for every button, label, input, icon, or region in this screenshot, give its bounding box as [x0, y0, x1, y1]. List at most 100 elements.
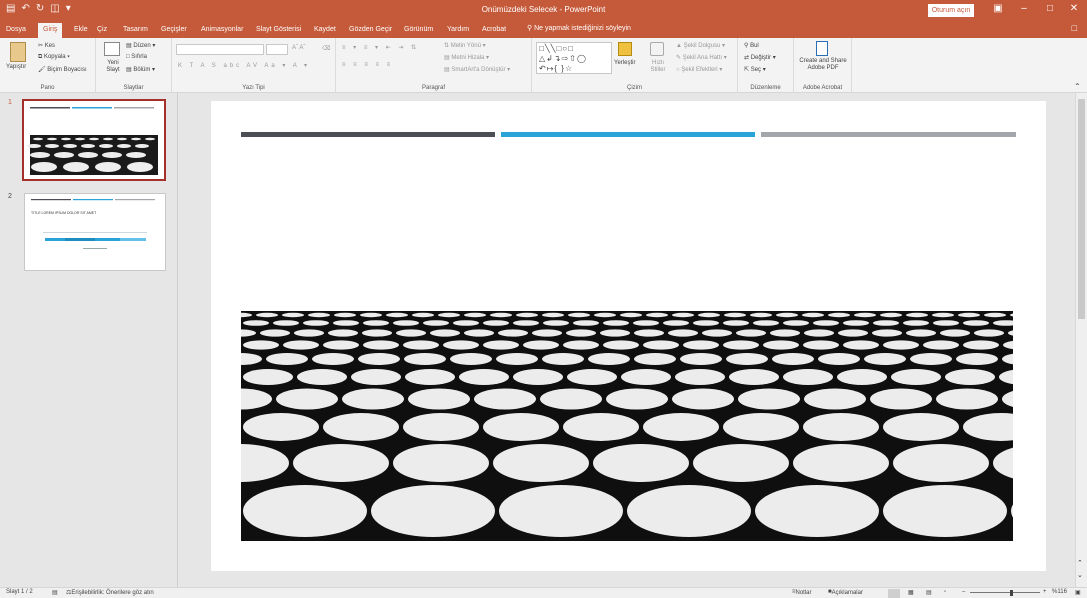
slideshow-icon[interactable]: ▫: [944, 589, 946, 595]
notes-button[interactable]: ≡ Notlar: [792, 589, 812, 596]
clear-format-icon[interactable]: ⌫: [322, 45, 330, 52]
paste-icon[interactable]: [10, 42, 26, 62]
smartart-label: SmartArt'a Dönüştür: [451, 67, 506, 73]
photo-disc: [723, 340, 759, 350]
close-button[interactable]: ✕: [1064, 3, 1084, 14]
comments-button[interactable]: ■ Açıklamalar: [828, 589, 863, 596]
collapse-ribbon-icon[interactable]: ⌃: [1074, 82, 1081, 91]
arrange-button[interactable]: Yerleştir: [614, 60, 635, 66]
tab-help[interactable]: Yardım: [447, 24, 469, 38]
font-format-buttons[interactable]: K T A S abc AV Aa ▾ A ▾: [178, 62, 310, 69]
title-bar: ▤ ↶ ↻ ◫ ▾ Onümüzdeki Selecek - PowerPoin…: [0, 0, 1087, 21]
accessibility-status[interactable]: ⚖ Erişilebilirlik: Önerilere göz atın: [66, 589, 154, 596]
text-direction-button[interactable]: ⇅ Metin Yönü ▾: [444, 42, 486, 49]
tab-slideshow[interactable]: Slayt Gösterisi: [256, 24, 301, 38]
photo-disc: [633, 320, 659, 326]
zoom-slider[interactable]: [970, 592, 1040, 593]
replace-button[interactable]: ⇄ Değiştir ▾: [744, 54, 776, 61]
shape-fill-button[interactable]: ▲ Şekil Dolgusu ▾: [676, 42, 725, 49]
tab-animations[interactable]: Animasyonlar: [201, 24, 243, 38]
spellcheck-icon[interactable]: ▤: [52, 589, 58, 596]
list-buttons[interactable]: ≡ ▾ ≡ ▾ ⇤ ⇥ ⇅: [342, 44, 419, 51]
photo-disc: [755, 485, 879, 537]
tab-design[interactable]: Tasarım: [123, 24, 148, 38]
new-slide-button[interactable]: Yeni Slayt: [102, 60, 124, 74]
layout-button[interactable]: ▤ Düzen ▾: [126, 42, 155, 49]
smartart-button[interactable]: ▤ SmartArt'a Dönüştür ▾: [444, 66, 510, 73]
tab-view[interactable]: Görünüm: [404, 24, 433, 38]
normal-view-icon[interactable]: [888, 589, 900, 598]
ribbon-display-icon[interactable]: ▣: [988, 3, 1008, 14]
photo-disc: [910, 353, 952, 365]
font-name-combobox[interactable]: [176, 44, 264, 55]
shape-outline-button[interactable]: ✎ Şekil Ana Hattı ▾: [676, 54, 727, 61]
zoom-level[interactable]: %116: [1052, 589, 1067, 595]
scrollbar-thumb[interactable]: [1078, 99, 1085, 319]
photo-disc: [403, 340, 439, 350]
current-slide[interactable]: [211, 101, 1046, 571]
zoom-out-icon[interactable]: –: [962, 589, 965, 595]
minimize-button[interactable]: –: [1014, 3, 1034, 14]
align-text-button[interactable]: ▤ Metni Hizala ▾: [444, 54, 489, 61]
create-share-pdf-button[interactable]: Create and Share Adobe PDF: [796, 58, 850, 72]
photo-disc: [430, 329, 460, 337]
paste-button[interactable]: Yapıştır: [6, 64, 26, 70]
zoom-slider-thumb[interactable]: [1010, 590, 1013, 596]
tab-record[interactable]: Kaydet: [314, 24, 336, 38]
prev-slide-icon[interactable]: ⌃: [1077, 559, 1083, 567]
photo-disc: [883, 340, 919, 350]
tab-home[interactable]: Giriş: [38, 23, 63, 38]
photo-disc: [266, 353, 308, 365]
photo-disc: [838, 329, 868, 337]
cut-button[interactable]: ✂ Kes: [38, 42, 55, 49]
tab-insert[interactable]: Ekle: [74, 24, 88, 38]
align-buttons[interactable]: ≡ ≡ ≡ ≡ ≡: [342, 62, 393, 68]
shapes-gallery[interactable]: □╲╲□○□ △↲↴⇨⇧◯ ↶↦{ }☆: [536, 42, 612, 74]
photo-disc: [241, 388, 272, 410]
photo-disc: [646, 312, 668, 318]
font-size-combobox[interactable]: [266, 44, 288, 55]
fit-to-window-icon[interactable]: ▣: [1075, 589, 1081, 596]
photo-disc: [568, 312, 590, 318]
zoom-in-icon[interactable]: +: [1043, 589, 1047, 595]
photo-disc: [1023, 320, 1046, 326]
photo-disc: [423, 320, 449, 326]
photo-disc: [363, 340, 399, 350]
slide-counter: Slayt 1 / 2: [6, 589, 33, 595]
photo-disc: [523, 340, 559, 350]
select-button[interactable]: ⇱ Seç ▾: [744, 66, 766, 73]
copy-button[interactable]: ⧉ Kopyala ▾: [38, 54, 70, 61]
new-slide-icon[interactable]: [104, 42, 120, 56]
arrange-icon[interactable]: [618, 42, 632, 56]
photo-disc: [294, 329, 324, 337]
grow-font-icon[interactable]: Aˆ Aˇ: [292, 45, 305, 51]
slide-thumbnail-2[interactable]: TITLE LOREM IPSUM DOLOR SIT AMET: [24, 193, 166, 271]
find-button[interactable]: ⚲ Bul: [744, 42, 759, 49]
tab-file[interactable]: Dosya: [6, 24, 26, 38]
photo-disc: [634, 353, 676, 365]
tell-me-search[interactable]: ⚲ Ne yapmak istediğinizi söyleyin: [527, 24, 631, 32]
replace-label: Değiştir: [750, 55, 772, 61]
reading-view-icon[interactable]: ▤: [926, 589, 932, 596]
vertical-scrollbar[interactable]: ⌃ ⌄: [1075, 93, 1087, 587]
tab-review[interactable]: Gözden Geçir: [349, 24, 392, 38]
pdf-icon[interactable]: [816, 41, 828, 56]
shape-effects-button[interactable]: ○ Şekil Efektleri ▾: [676, 66, 722, 73]
sign-in-button[interactable]: Oturum açın: [928, 4, 974, 17]
quick-styles-button[interactable]: Hızlı Stiller: [644, 60, 672, 74]
photo-disc: [883, 485, 1007, 537]
maximize-button[interactable]: □: [1040, 3, 1060, 14]
tab-transitions[interactable]: Geçişler: [161, 24, 187, 38]
tab-draw[interactable]: Çiz: [97, 24, 107, 38]
next-slide-icon[interactable]: ⌄: [1077, 571, 1083, 579]
clipboard-group: Yapıştır ✂ Kes ⧉ Kopyala ▾ 🖌 Biçim Boyac…: [0, 38, 96, 93]
tab-acrobat[interactable]: Acrobat: [482, 24, 506, 38]
slide-sorter-icon[interactable]: ▦: [908, 589, 914, 596]
format-painter-button[interactable]: 🖌 Biçim Boyacısı: [38, 66, 87, 73]
comments-icon[interactable]: □: [1072, 23, 1077, 33]
tell-me-text: Ne yapmak istediğinizi söyleyin: [534, 25, 631, 32]
slide-thumbnail-1[interactable]: [22, 99, 166, 181]
section-button[interactable]: ▤ Bölüm ▾: [126, 66, 155, 73]
reset-button[interactable]: □ Sıfırla: [126, 54, 147, 60]
quick-styles-icon[interactable]: [650, 42, 664, 56]
